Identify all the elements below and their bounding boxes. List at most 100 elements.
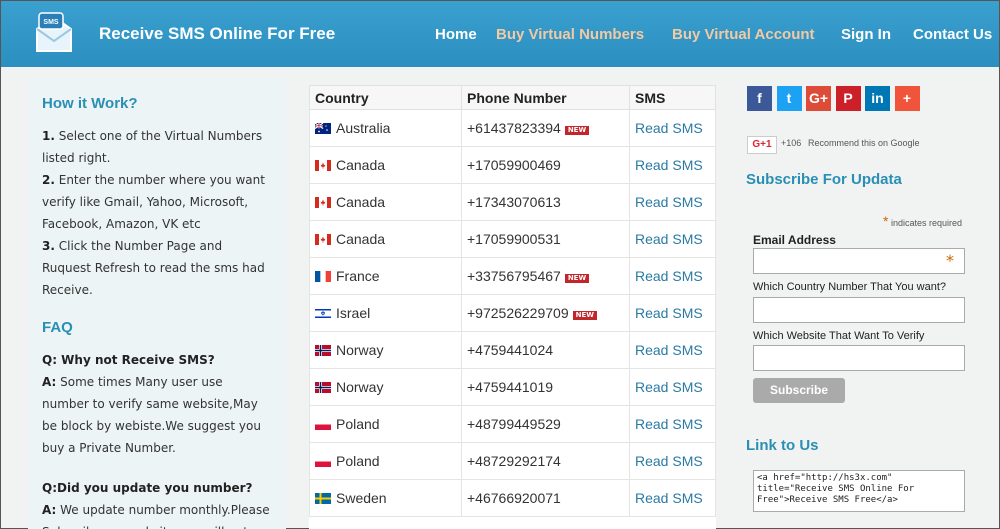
country-name: France — [336, 268, 380, 284]
google-plus-count: +106 — [781, 138, 802, 148]
nav-buy-virtual-numbers[interactable]: Buy Virtual Numbers — [496, 26, 644, 43]
question-text: Q: Why not Receive SMS? — [42, 353, 215, 367]
phone-number[interactable]: +4759441024 — [467, 342, 553, 358]
table-row: Australia +61437823394 NEW Read SMS — [309, 109, 716, 147]
subscribe-button[interactable]: Subscribe — [753, 378, 845, 403]
read-sms-link[interactable]: Read SMS — [629, 405, 716, 443]
phone-cell: +48729292174 — [461, 442, 630, 480]
question-text: Q:Did you update you number? — [42, 481, 253, 495]
answer-text: Some times Many user use number to verif… — [42, 375, 261, 455]
numbers-table-panel: Country Phone Number SMS Australia +61437… — [309, 85, 716, 529]
read-sms-link[interactable]: Read SMS — [629, 368, 716, 406]
country-cell: Canada — [309, 220, 462, 258]
email-field[interactable]: * — [753, 248, 965, 274]
phone-number[interactable]: +61437823394 — [467, 120, 561, 136]
phone-number[interactable]: +972526229709 — [467, 305, 569, 321]
google-plus-recommend-text: Recommend this on Google — [808, 138, 920, 148]
google-plus-one-button[interactable]: G+1 — [747, 136, 777, 154]
table-row: France +33756795467 NEW Read SMS — [309, 257, 716, 295]
no-flag-icon — [315, 379, 336, 395]
site-title[interactable]: Receive SMS Online For Free — [99, 24, 335, 44]
country-label: Which Country Number That You want? — [753, 281, 947, 293]
country-cell: Australia — [309, 109, 462, 147]
table-row: Canada +17059900531 Read SMS — [309, 220, 716, 258]
phone-number[interactable]: +4759441019 — [467, 379, 553, 395]
how-it-works-panel: How it Work? 1. Select one of the Virtua… — [28, 77, 286, 529]
table-row: Poland +48729292174 Read SMS — [309, 442, 716, 480]
table-row: Norway +4759441019 Read SMS — [309, 368, 716, 406]
col-country: Country — [309, 85, 462, 110]
phone-number[interactable]: +17059900531 — [467, 231, 561, 247]
table-row: Norway +4759441024 Read SMS — [309, 331, 716, 369]
phone-number[interactable]: +46766920071 — [467, 490, 561, 506]
step-3: 3. Click the Number Page and Ruquest Ref… — [42, 235, 272, 301]
required-note-text: indicates required — [890, 218, 963, 228]
phone-number[interactable]: +48799449529 — [467, 416, 561, 432]
linkedin-icon[interactable]: in — [865, 86, 890, 111]
google-plus-icon[interactable]: G+ — [806, 86, 831, 111]
table-row: Poland +48799449529 Read SMS — [309, 405, 716, 443]
nav-home[interactable]: Home — [435, 26, 477, 43]
read-sms-link[interactable]: Read SMS — [629, 479, 716, 517]
more-icon[interactable]: + — [894, 86, 920, 111]
twitter-icon[interactable]: t — [776, 86, 802, 111]
required-star-icon: * — [883, 213, 889, 229]
country-name: Norway — [336, 379, 384, 395]
website-label: Which Website That Want To Verify — [753, 330, 925, 342]
fr-flag-icon — [315, 268, 336, 284]
country-cell: Poland — [309, 442, 462, 480]
phone-number[interactable]: +33756795467 — [467, 268, 561, 284]
step-text: Select one of the Virtual Numbers listed… — [42, 129, 263, 165]
step-text: Enter the number where you want verify l… — [42, 173, 265, 231]
nav-sign-in[interactable]: Sign In — [841, 26, 891, 43]
country-cell: Israel — [309, 294, 462, 332]
ca-flag-icon — [315, 157, 336, 173]
phone-number[interactable]: +17343070613 — [467, 194, 561, 210]
email-label: Email Address — [753, 233, 836, 247]
country-cell: Canada — [309, 183, 462, 221]
step-1: 1. Select one of the Virtual Numbers lis… — [42, 125, 272, 169]
table-row: Canada +17059900469 Read SMS — [309, 146, 716, 184]
answer-text: We update number monthly.Please Subscrib… — [42, 503, 270, 529]
step-number: 2. — [42, 173, 55, 187]
facebook-icon[interactable]: f — [747, 86, 772, 111]
read-sms-link[interactable]: Read SMS — [629, 183, 716, 221]
step-number: 3. — [42, 239, 55, 253]
country-cell: Norway — [309, 368, 462, 406]
new-badge: NEW — [564, 274, 590, 283]
country-field[interactable] — [753, 297, 965, 323]
col-phone-number: Phone Number — [461, 85, 630, 110]
read-sms-link[interactable]: Read SMS — [629, 220, 716, 258]
link-code-textarea[interactable]: <a href="http://hs3x.com" title="Receive… — [753, 470, 965, 512]
sms-logo-icon[interactable]: SMS — [29, 9, 79, 59]
country-name: Sweden — [336, 490, 387, 506]
phone-cell: +46766920071 — [461, 479, 630, 517]
table-row: Israel +972526229709 NEW Read SMS — [309, 294, 716, 332]
phone-number[interactable]: +48729292174 — [467, 453, 561, 469]
phone-cell: +17059900469 — [461, 146, 630, 184]
phone-number[interactable]: +17059900469 — [467, 157, 561, 173]
read-sms-link[interactable]: Read SMS — [629, 331, 716, 369]
new-badge: NEW — [564, 126, 590, 135]
phone-cell: +61437823394 NEW — [461, 109, 630, 147]
country-name: Canada — [336, 157, 386, 173]
country-name: Poland — [336, 416, 380, 432]
read-sms-link[interactable]: Read SMS — [629, 257, 716, 295]
read-sms-link[interactable]: Read SMS — [629, 294, 716, 332]
pinterest-icon[interactable]: P — [835, 86, 861, 111]
faq-answer: A: Some times Many user use number to ve… — [42, 371, 272, 459]
read-sms-link[interactable]: Read SMS — [629, 109, 716, 147]
answer-label: A: — [42, 375, 57, 389]
no-flag-icon — [315, 342, 336, 358]
read-sms-link[interactable]: Read SMS — [629, 146, 716, 184]
website-field[interactable] — [753, 345, 965, 371]
nav-contact-us[interactable]: Contact Us — [913, 26, 992, 43]
read-sms-link[interactable]: Read SMS — [629, 442, 716, 480]
step-number: 1. — [42, 129, 55, 143]
step-text: Click the Number Page and Ruquest Refres… — [42, 239, 265, 297]
nav-buy-virtual-account[interactable]: Buy Virtual Account — [672, 26, 815, 43]
country-cell: Sweden — [309, 479, 462, 517]
site-header: SMS Receive SMS Online For Free Home Buy… — [1, 1, 999, 67]
table-row: Canada +17343070613 Read SMS — [309, 183, 716, 221]
country-name: Israel — [336, 305, 371, 321]
